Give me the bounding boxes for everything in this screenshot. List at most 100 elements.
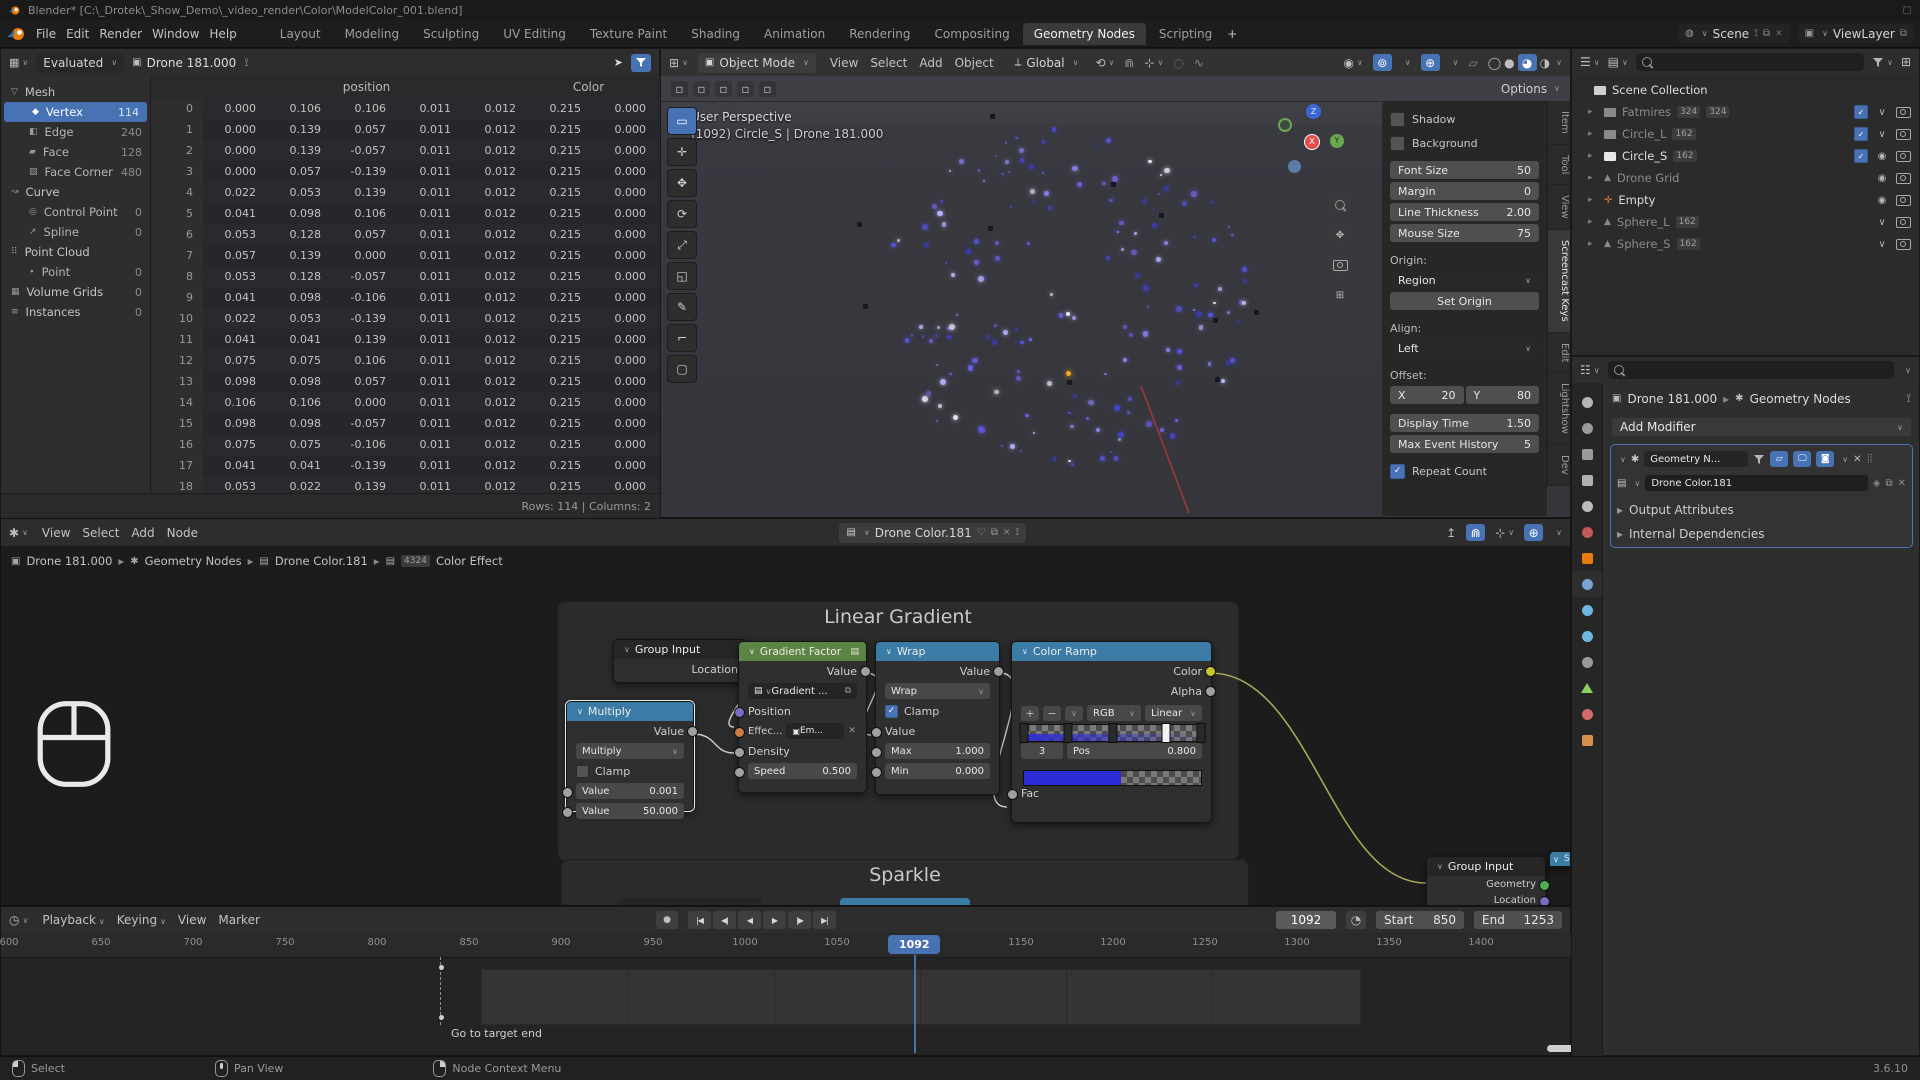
eye-open-icon[interactable]: ◉ bbox=[1874, 173, 1890, 184]
pin-icon[interactable]: ⟟ bbox=[1754, 28, 1758, 39]
add-stop-button[interactable]: + bbox=[1021, 706, 1039, 721]
origin-dropdown[interactable]: Region∨ bbox=[1390, 271, 1539, 289]
filter-icon[interactable]: ∨ bbox=[1872, 57, 1893, 68]
node-menu-select[interactable]: Select bbox=[78, 524, 123, 542]
line-thickness-field[interactable]: Line Thickness2.00 bbox=[1390, 203, 1539, 221]
ramp-color-mode-dropdown[interactable]: RGB∨ bbox=[1087, 705, 1141, 721]
socket-geometry-out[interactable] bbox=[1539, 880, 1550, 891]
table-row[interactable]: 00.0000.1060.1060.0110.0120.2150.000 bbox=[151, 98, 661, 119]
filter-icon[interactable] bbox=[1753, 454, 1765, 465]
ramp-stop-handle[interactable] bbox=[1064, 723, 1073, 743]
ramp-gradient-widget[interactable] bbox=[1023, 724, 1202, 742]
eye-closed-icon[interactable]: ∨ bbox=[1874, 107, 1890, 118]
table-row[interactable]: 120.0750.0750.1060.0110.0120.2150.000 bbox=[151, 350, 661, 371]
breadcrumb-item[interactable]: Drone 181.000 bbox=[26, 554, 112, 568]
menu-window[interactable]: Window bbox=[148, 25, 203, 43]
copy-icon[interactable]: ⧉ bbox=[1885, 478, 1892, 489]
tab-tool[interactable] bbox=[1572, 389, 1602, 415]
breadcrumb-item[interactable]: Geometry Nodes bbox=[145, 554, 242, 568]
snap-node-icon[interactable]: ⋒ bbox=[1466, 524, 1485, 541]
node-group-input-2[interactable]: ∨Group Input Geometry Location bbox=[1426, 856, 1546, 906]
socket-color-out[interactable] bbox=[1205, 666, 1216, 677]
clamp-checkbox[interactable] bbox=[576, 765, 589, 778]
selectable-checkbox[interactable]: ✓ bbox=[1854, 149, 1868, 163]
sidebar-item-face[interactable]: ▰Face128 bbox=[1, 142, 150, 162]
align-dropdown[interactable]: Left∨ bbox=[1390, 339, 1539, 357]
timeline-menu-view[interactable]: View bbox=[174, 911, 210, 929]
socket-location-out[interactable] bbox=[1539, 896, 1550, 906]
breadcrumb-item[interactable]: Color Effect bbox=[436, 554, 503, 568]
new-collection-icon[interactable]: ⊞ bbox=[1901, 55, 1911, 69]
tab-texture[interactable] bbox=[1572, 727, 1602, 753]
socket-speed-in[interactable] bbox=[734, 767, 745, 778]
pin-icon[interactable]: ⟟ bbox=[244, 56, 248, 70]
sidebar-item-face-corner[interactable]: ▨Face Corner480 bbox=[1, 162, 150, 182]
workspace-tab-uv-editing[interactable]: UV Editing bbox=[492, 23, 577, 45]
node-wrap[interactable]: ∨Wrap Value Wrap∨ ✓Clamp Value Max1.000 … bbox=[875, 641, 1000, 795]
effector-object-field[interactable]: ▣Em... bbox=[786, 723, 844, 739]
pin-icon[interactable]: ⟟ bbox=[1015, 527, 1019, 538]
workspace-tab-geometry-nodes[interactable]: Geometry Nodes bbox=[1023, 23, 1146, 45]
socket-value2-in[interactable] bbox=[562, 807, 573, 818]
outliner-search-input[interactable] bbox=[1636, 53, 1864, 71]
expand-icon[interactable]: ▸ bbox=[1588, 195, 1598, 205]
add-workspace-button[interactable]: + bbox=[1223, 25, 1241, 43]
sidebar-item-mesh[interactable]: ▽Mesh bbox=[1, 82, 150, 102]
camera-visibility-icon[interactable] bbox=[1896, 217, 1911, 228]
current-frame-badge[interactable]: 1092 bbox=[888, 935, 940, 954]
multiply-value1-field[interactable]: Value0.001 bbox=[576, 783, 684, 799]
close-icon[interactable]: ✕ bbox=[1775, 29, 1783, 39]
table-row[interactable]: 50.0410.0980.1060.0110.0120.2150.000 bbox=[151, 203, 661, 224]
ramp-pos-field[interactable]: Pos0.800 bbox=[1067, 743, 1202, 759]
expand-icon[interactable]: ▸ bbox=[1588, 107, 1598, 117]
margin-field[interactable]: Margin0 bbox=[1390, 182, 1539, 200]
perspective-toggle-icon[interactable]: ⊞ bbox=[1329, 284, 1351, 306]
ramp-stop-handle[interactable] bbox=[1109, 723, 1118, 743]
camera-visibility-icon[interactable] bbox=[1896, 173, 1911, 184]
nav-modifier[interactable]: Geometry Nodes bbox=[1750, 392, 1851, 406]
end-frame-field[interactable]: End1253 bbox=[1474, 911, 1562, 929]
blender-menu-icon[interactable] bbox=[6, 26, 26, 42]
tab-modifiers[interactable] bbox=[1572, 571, 1602, 597]
workspace-tab-animation[interactable]: Animation bbox=[753, 23, 836, 45]
extras-chevron-icon[interactable]: ∨ bbox=[1842, 455, 1848, 464]
tab-particles[interactable] bbox=[1572, 597, 1602, 623]
workspace-tab-layout[interactable]: Layout bbox=[269, 23, 332, 45]
menu-help[interactable]: Help bbox=[205, 25, 240, 43]
table-row[interactable]: 170.0410.041-0.1390.0110.0120.2150.000 bbox=[151, 455, 661, 476]
overlay-node-icon[interactable]: ⊕ bbox=[1524, 524, 1543, 541]
prev-keyframe-button[interactable]: ◀| bbox=[713, 911, 736, 929]
tab-constraints[interactable] bbox=[1572, 649, 1602, 675]
node-menu-view[interactable]: View bbox=[38, 524, 74, 542]
socket-value-out[interactable] bbox=[687, 726, 698, 737]
eye-closed-icon[interactable]: ∨ bbox=[1874, 129, 1890, 140]
ramp-index-field[interactable]: 3 bbox=[1021, 743, 1063, 759]
navigation-gizmo[interactable]: Z X Y bbox=[1276, 104, 1346, 184]
outliner-item-fatmires[interactable]: ▸Fatmires324324✓∨ bbox=[1574, 101, 1917, 123]
play-button[interactable]: ▶ bbox=[763, 911, 786, 929]
multiply-value2-field[interactable]: Value50.000 bbox=[576, 803, 684, 819]
workspace-tab-sculpting[interactable]: Sculpting bbox=[412, 23, 490, 45]
partial-node-header[interactable] bbox=[840, 898, 970, 906]
socket-min-in[interactable] bbox=[871, 767, 882, 778]
sidebar-item-point[interactable]: ∙Point0 bbox=[1, 262, 150, 282]
wrap-min-field[interactable]: Min0.000 bbox=[885, 763, 990, 779]
drag-handle-icon[interactable]: ⣿ bbox=[1867, 454, 1874, 464]
close-icon[interactable]: ✕ bbox=[1853, 454, 1861, 465]
node-color-ramp[interactable]: ∨Color Ramp Color Alpha + − ∨ RGB∨ Linea… bbox=[1011, 641, 1212, 823]
collapse-icon[interactable]: ∨ bbox=[1620, 455, 1626, 464]
editor-type-icon[interactable]: ▦∨ bbox=[9, 56, 28, 69]
n-panel-tab-screencast-keys[interactable]: Screencast Keys bbox=[1548, 230, 1571, 333]
table-row[interactable]: 100.0220.053-0.1390.0110.0120.2150.000 bbox=[151, 308, 661, 329]
shield-icon[interactable]: ◈ bbox=[1873, 478, 1881, 489]
tab-material[interactable] bbox=[1572, 701, 1602, 727]
keyframe-band[interactable] bbox=[481, 969, 1361, 1025]
marker-line[interactable] bbox=[440, 957, 441, 1025]
display-mode-icon[interactable]: ▤∨ bbox=[1608, 55, 1628, 69]
close-icon[interactable]: ✕ bbox=[1898, 478, 1906, 489]
outliner-root-collection[interactable]: Scene Collection bbox=[1574, 79, 1917, 101]
jump-end-button[interactable]: ▶| bbox=[813, 911, 836, 929]
gizmo-y-axis[interactable]: Y bbox=[1330, 134, 1344, 148]
set-origin-button[interactable]: Set Origin bbox=[1390, 292, 1539, 310]
n-panel-tab-dev[interactable]: Dev bbox=[1548, 445, 1571, 486]
